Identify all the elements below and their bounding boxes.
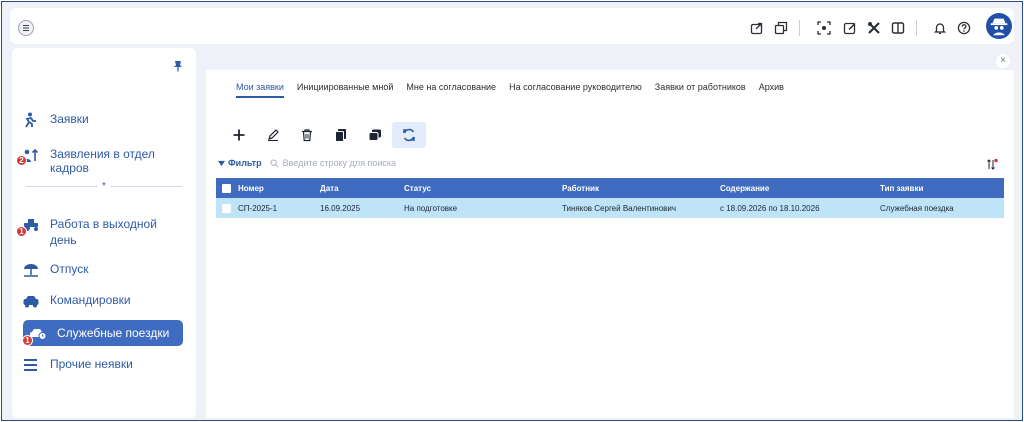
add-button[interactable] [222,122,256,148]
filter-label: Фильтр [228,158,262,168]
sidebar-item-vacation[interactable]: Отпуск [22,262,184,278]
cell-content: с 18.09.2026 по 18.10.2026 [720,203,820,213]
cell-type: Служебная поездка [880,203,954,213]
main-panel: Мои заявки Инициированные мной Мне на со… [206,70,1014,418]
copy-icon [335,129,346,142]
sidebar-item-label: Прочие неявки [50,357,133,371]
tab-bar: Мои заявки Инициированные мной Мне на со… [236,82,797,98]
sidebar-item-requests[interactable]: Заявки [22,112,184,128]
close-icon[interactable]: × [996,54,1010,68]
search-icon [270,158,279,167]
pencil-icon [268,129,279,141]
toolbar [222,122,426,148]
column-header[interactable]: Статус [400,184,558,193]
beach-umbrella-icon [22,262,42,278]
pin-icon[interactable] [172,60,184,72]
tab-my-requests[interactable]: Мои заявки [236,82,284,98]
windows-button[interactable] [358,122,392,148]
column-header[interactable]: Номер [234,184,316,193]
sidebar-item-label: Заявления в отдел кадров [50,147,155,175]
menu-icon[interactable] [18,20,34,36]
column-header[interactable]: Дата [316,184,400,193]
notification-badge: 2 [16,155,27,166]
filter-toggle[interactable]: Фильтр [218,158,262,168]
trash-icon [302,129,312,142]
notification-badge: 1 [16,226,27,237]
sidebar-item-label: Заявки [50,112,89,126]
app-window: Заявки 2 Заявления в отдел кадров * 1 Ра… [1,1,1023,421]
user-avatar[interactable] [986,13,1012,39]
column-header[interactable]: Содержание [716,184,876,193]
stack-icon [368,129,381,141]
tab-employee-requests[interactable]: Заявки от работников [655,82,746,98]
cell-status: На подготовке [404,203,458,213]
table-header: Номер Дата Статус Работник Содержание Ти… [216,178,1004,198]
top-bar [10,8,1014,44]
sidebar: Заявки 2 Заявления в отдел кадров * 1 Ра… [12,48,196,418]
plus-icon [233,129,245,141]
windows-icon[interactable] [773,20,789,36]
export-icon[interactable] [749,20,765,36]
tab-manager-approval[interactable]: На согласование руководителю [509,82,642,98]
triangle-down-icon [218,160,225,166]
requests-table: Номер Дата Статус Работник Содержание Ти… [216,178,1004,218]
refresh-icon [403,128,415,142]
help-icon[interactable] [956,20,972,36]
tab-archive[interactable]: Архив [759,82,784,98]
car-clock-icon: 1 [22,325,49,346]
focus-icon[interactable] [816,20,832,36]
row-checkbox[interactable] [216,203,234,213]
cell-date: 16.09.2025 [320,203,361,213]
table-row[interactable]: СП-2025-1 16.09.2025 На подготовке Тиняк… [216,198,1004,218]
panel-icon[interactable] [890,20,906,36]
favorites-marker: * [98,181,110,193]
notification-badge: 1 [22,335,33,346]
refresh-button[interactable] [392,122,426,148]
bell-icon[interactable] [932,20,948,36]
sidebar-item-business-trips[interactable]: Командировки [22,293,184,309]
sort-settings-icon[interactable] [986,158,998,170]
sidebar-item-other-absences[interactable]: Прочие неявки [22,357,184,373]
sidebar-item-label: Командировки [50,293,131,307]
cell-employee: Тиняков Сергей Валентинович [562,203,677,213]
search-box [270,158,483,168]
column-header[interactable]: Работник [558,184,716,193]
sidebar-item-label: Служебные поездки [57,326,170,340]
tractor-icon: 1 [16,216,42,237]
tab-initiated-by-me[interactable]: Инициированные мной [297,82,393,98]
cell-number: СП-2025-1 [238,203,278,213]
sidebar-item-label: Работа в выходной день [50,217,157,247]
sidebar-item-hr-applications[interactable]: 2 Заявления в отдел кадров [16,147,184,175]
search-input[interactable] [282,158,483,168]
copy-button[interactable] [324,122,358,148]
column-header[interactable]: Тип заявки [876,184,1004,193]
person-arrow-icon: 2 [16,147,42,166]
person-run-icon [22,112,42,128]
edit-icon[interactable] [842,20,858,36]
filter-row: Фильтр [218,158,483,168]
sidebar-item-weekend-work[interactable]: 1 Работа в выходной день [16,216,184,248]
sidebar-item-service-trips[interactable]: 1 Служебные поездки [22,320,183,346]
tab-for-my-approval[interactable]: Мне на согласование [406,82,496,98]
tools-icon[interactable] [866,20,882,36]
edit-button[interactable] [256,122,290,148]
list-icon [22,357,42,373]
select-all-checkbox[interactable] [216,183,234,193]
car-icon [22,293,42,309]
sidebar-item-label: Отпуск [50,262,89,276]
delete-button[interactable] [290,122,324,148]
